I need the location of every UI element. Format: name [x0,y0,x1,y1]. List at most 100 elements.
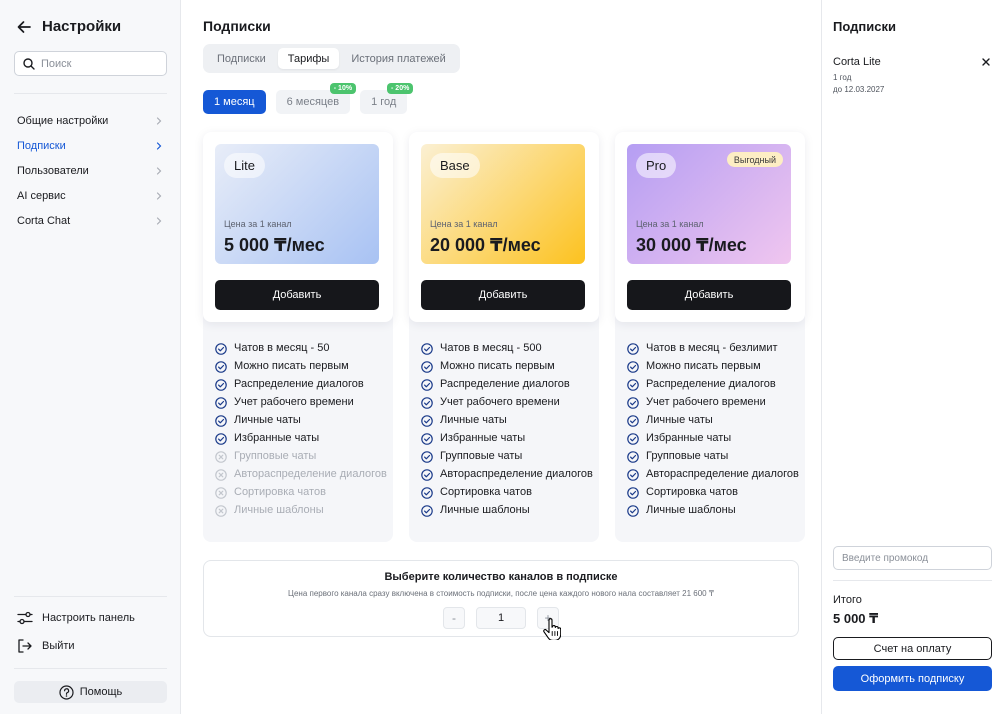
check-circle-icon [421,469,433,481]
channel-count-input[interactable] [476,607,526,629]
check-circle-icon [421,451,433,463]
plan-price: 5 000 ₸/мес [224,235,325,255]
tab-tariffs[interactable]: Тарифы [277,48,340,69]
feature-text: Групповые чаты [440,450,523,462]
feature-item: Распределение диалогов [627,378,799,391]
decrement-button[interactable]: - [443,607,465,629]
period-6-months[interactable]: 6 месяцев - 10% [275,83,357,114]
x-circle-icon [215,469,227,481]
main-content: Подписки Подписки Тарифы История платеже… [181,0,821,714]
feature-item: Учет рабочего времени [421,396,593,409]
plan-price: 30 000 ₸/мес [636,235,747,255]
add-plan-button[interactable]: Добавить [421,280,585,310]
search-input[interactable] [41,57,151,70]
period-label: 1 месяц [214,96,255,108]
check-circle-icon [627,433,639,445]
period-1-year[interactable]: 1 год - 20% [360,83,414,114]
total-value: 5 000 ₸ [833,611,879,626]
feature-item: Личные шаблоны [627,504,799,517]
feature-text: Избранные чаты [234,432,320,444]
check-circle-icon [627,361,639,373]
add-plan-button[interactable]: Добавить [215,280,379,310]
channel-count-subtitle: Цена первого канала сразу включена в сто… [288,589,714,598]
search-box[interactable] [14,51,167,76]
logout-button[interactable]: Выйти [17,639,75,653]
period-selector: 1 месяц 6 месяцев - 10% 1 год - 20% [203,83,414,114]
check-circle-icon [215,343,227,355]
feature-text: Автораспределение диалогов [234,468,387,480]
feature-text: Можно писать первым [440,360,555,372]
tab-subscriptions[interactable]: Подписки [207,48,276,69]
feature-item: Распределение диалогов [215,378,387,391]
arrow-left-icon[interactable] [16,19,32,35]
check-circle-icon [627,397,639,409]
check-circle-icon [215,379,227,391]
feature-item: Групповые чаты [627,450,799,463]
check-circle-icon [215,415,227,427]
feature-item: Автораспределение диалогов [215,468,387,481]
add-plan-button[interactable]: Добавить [627,280,791,310]
feature-text: Сортировка чатов [646,486,738,498]
feature-item: Распределение диалогов [421,378,593,391]
tab-payment-history[interactable]: История платежей [341,48,456,69]
plan-price-caption: Цена за 1 канал [430,219,498,229]
sidebar-item-label: Подписки [17,139,66,152]
sidebar-item-subscriptions[interactable]: Подписки [0,133,181,158]
feature-item: Чатов в месяц - безлимит [627,342,799,355]
check-circle-icon [627,505,639,517]
sidebar-item-users[interactable]: Пользователи [0,158,181,183]
chevron-right-icon [155,216,163,225]
sidebar: Настройки Общие настройки Подписки Польз… [0,0,181,714]
subscribe-button[interactable]: Оформить подписку [833,666,992,691]
help-circle-icon [59,684,74,700]
sliders-icon [17,611,33,625]
plan-hero: Pro Выгодный Цена за 1 канал 30 000 ₸/ме… [627,144,791,264]
plan-hero: Lite Цена за 1 канал 5 000 ₸/мес [215,144,379,264]
hand-cursor-icon [543,618,561,640]
summary-title: Подписки [833,19,896,34]
order-summary-panel: Подписки Corta Lite 1 год до 12.03.2027 … [821,0,1002,714]
sidebar-item-general[interactable]: Общие настройки [0,108,181,133]
feature-item: Чатов в месяц - 500 [421,342,593,355]
period-1-month[interactable]: 1 месяц [203,90,266,114]
check-circle-icon [421,397,433,409]
promo-code-input[interactable] [833,546,992,570]
feature-item: Сортировка чатов [421,486,593,499]
feature-text: Учет рабочего времени [646,396,766,408]
feature-text: Личные шаблоны [646,504,736,516]
plan-features: Чатов в месяц - безлимит Можно писать пер… [627,342,799,522]
sidebar-header: Настройки [16,18,121,35]
check-circle-icon [421,379,433,391]
channel-count-title: Выберите количество каналов в подписке [384,571,618,583]
feature-item: Учет рабочего времени [215,396,387,409]
feature-item: Сортировка чатов [627,486,799,499]
feature-text: Распределение диалогов [646,378,776,390]
summary-item: Corta Lite 1 год до 12.03.2027 [833,56,884,96]
check-circle-icon [627,379,639,391]
channel-count-panel: Выберите количество каналов в подписке Ц… [203,560,799,637]
plan-features: Чатов в месяц - 500 Можно писать первым Ра… [421,342,593,522]
logout-icon [17,639,33,653]
plan-card-top: Pro Выгодный Цена за 1 канал 30 000 ₸/ме… [615,132,805,322]
feature-item: Сортировка чатов [215,486,387,499]
feature-text: Личные шаблоны [440,504,530,516]
plan-card-pro: Pro Выгодный Цена за 1 канал 30 000 ₸/ме… [615,132,805,542]
customize-panel-button[interactable]: Настроить панель [17,611,135,625]
sidebar-item-ai-service[interactable]: AI сервис [0,183,181,208]
summary-item-meta: 1 год до 12.03.2027 [833,72,884,96]
close-icon[interactable] [981,57,991,67]
sidebar-divider [14,93,167,94]
plan-card-top: Lite Цена за 1 канал 5 000 ₸/мес Добавит… [203,132,393,322]
plan-name: Lite [224,153,265,178]
feature-item: Групповые чаты [421,450,593,463]
x-circle-icon [215,487,227,499]
feature-text: Автораспределение диалогов [440,468,593,480]
help-button[interactable]: Помощь [14,681,167,703]
feature-text: Учет рабочего времени [440,396,560,408]
feature-text: Автораспределение диалогов [646,468,799,480]
feature-text: Групповые чаты [234,450,317,462]
feature-item: Чатов в месяц - 50 [215,342,387,355]
plan-card-base: Base Цена за 1 канал 20 000 ₸/мес Добави… [409,132,599,542]
sidebar-item-corta-chat[interactable]: Corta Chat [0,208,181,233]
invoice-button[interactable]: Счет на оплату [833,637,992,660]
